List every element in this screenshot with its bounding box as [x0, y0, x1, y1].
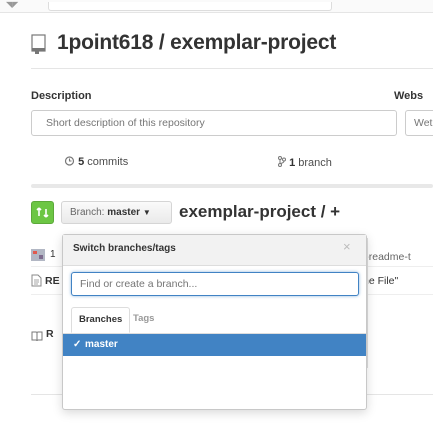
dropdown-header: Switch branches/tags × [63, 235, 366, 266]
stats-divider [31, 184, 433, 188]
dropdown-tabs: Branches Tags [63, 307, 366, 334]
caret-down-icon: ▼ [142, 208, 151, 217]
compare-icon [32, 207, 53, 227]
branch-filter-input[interactable] [71, 272, 359, 296]
commits-label: commits [87, 156, 129, 168]
branch-count: 1 [289, 157, 296, 169]
commits-count: 5 [78, 156, 85, 168]
tab-branches[interactable]: Branches [71, 307, 131, 333]
check-icon: ✓ [73, 339, 82, 350]
website-label: Webs [394, 90, 424, 102]
branch-item-master[interactable]: ✓ master [63, 334, 366, 356]
file-name[interactable]: RE [45, 275, 60, 287]
commit-author: 1 [50, 249, 56, 260]
branch-value: master [107, 207, 141, 218]
description-label: Description [31, 90, 92, 102]
branch-label: branch [298, 157, 332, 169]
description-input[interactable] [31, 110, 397, 136]
compare-button[interactable] [31, 201, 54, 224]
branch-dropdown: Switch branches/tags × Branches Tags ✓ m… [62, 234, 367, 410]
branch-selector-button[interactable]: Branch: master ▼ [61, 201, 172, 224]
stats-bar: 5 commits 1 branch [31, 150, 433, 180]
history-icon [64, 156, 78, 168]
branches-link[interactable]: 1 branch [278, 156, 332, 169]
file-icon [31, 274, 42, 287]
close-icon[interactable]: × [343, 239, 351, 254]
branch-item-label: master [85, 339, 118, 350]
avatar-icon [31, 248, 45, 261]
top-strip: ◥◤ [0, 0, 433, 13]
branch-icon [278, 156, 289, 169]
dropdown-title: Switch branches/tags [73, 243, 176, 254]
repo-icon [31, 34, 47, 54]
book-icon [31, 329, 43, 342]
header-divider [31, 68, 433, 69]
readme-title: R [46, 328, 54, 340]
breadcrumb[interactable]: exemplar-project / + [179, 202, 340, 222]
website-input[interactable] [405, 110, 433, 136]
repo-title[interactable]: 1point618 / exemplar-project [57, 31, 336, 55]
top-bar [48, 2, 332, 11]
notch-icon: ◥◤ [6, 0, 19, 9]
tab-tags[interactable]: Tags [126, 307, 161, 333]
file-list-edge [367, 238, 433, 368]
branch-prefix: Branch: [70, 207, 105, 218]
commits-link[interactable]: 5 commits [64, 156, 128, 168]
